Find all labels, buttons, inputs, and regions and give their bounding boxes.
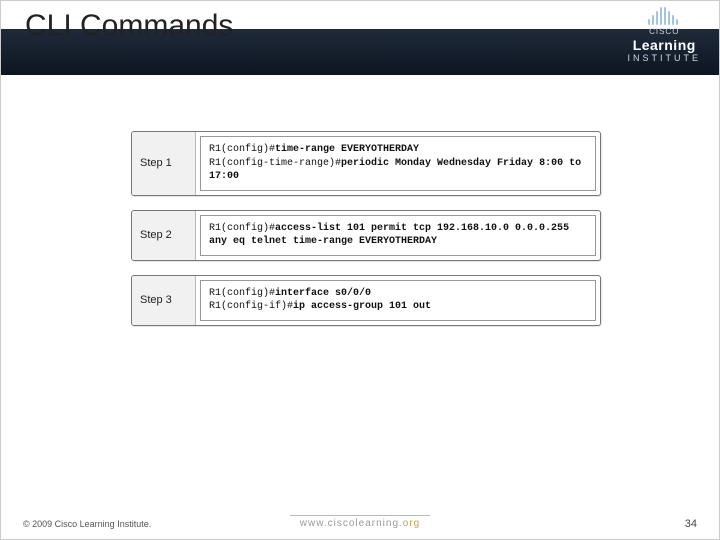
step-row: Step 1 R1(config)#time-range EVERYOTHERD…: [131, 131, 601, 196]
cli-prompt: R1(config)#: [209, 144, 275, 155]
step-row: Step 2 R1(config)#access-list 101 permit…: [131, 210, 601, 261]
copyright-text: © 2009 Cisco Learning Institute.: [23, 519, 151, 529]
page-number: 34: [685, 518, 697, 530]
cli-command: interface s0/0/0: [275, 288, 371, 299]
step-cli-output: R1(config)#interface s0/0/0 R1(config-if…: [200, 280, 596, 321]
logo-text-cisco: CISCO: [628, 27, 702, 36]
slide-header: CLI Commands CISCO Learning INSTITUTE: [1, 1, 719, 75]
footer-url-main: www.ciscolearning: [300, 518, 399, 529]
slide-footer: © 2009 Cisco Learning Institute. www.cis…: [1, 509, 719, 539]
step-label: Step 2: [132, 211, 196, 260]
footer-url: www.ciscolearning.org: [300, 518, 421, 529]
step-cli-output: R1(config)#access-list 101 permit tcp 19…: [200, 215, 596, 256]
slide: CLI Commands CISCO Learning INSTITUTE St…: [0, 0, 720, 540]
cli-command: ip access-group 101 out: [293, 301, 431, 312]
cli-prompt: R1(config-time-range)#: [209, 158, 341, 169]
logo-text-institute: INSTITUTE: [628, 53, 702, 63]
footer-url-tld: .org: [399, 518, 420, 529]
page-title: CLI Commands: [25, 9, 233, 43]
step-row: Step 3 R1(config)#interface s0/0/0 R1(co…: [131, 275, 601, 326]
cli-prompt: R1(config)#: [209, 288, 275, 299]
footer-url-block: www.ciscolearning.org: [290, 515, 430, 529]
step-cli-output: R1(config)#time-range EVERYOTHERDAY R1(c…: [200, 136, 596, 191]
logo-text-learning: Learning: [628, 37, 702, 53]
cli-prompt: R1(config)#: [209, 223, 275, 234]
cisco-bridge-icon: [648, 7, 680, 25]
steps-container: Step 1 R1(config)#time-range EVERYOTHERD…: [131, 131, 601, 340]
footer-divider: [290, 515, 430, 516]
step-label: Step 1: [132, 132, 196, 195]
step-label: Step 3: [132, 276, 196, 325]
cli-prompt: R1(config-if)#: [209, 301, 293, 312]
cisco-learning-logo: CISCO Learning INSTITUTE: [628, 7, 702, 63]
cli-command: time-range EVERYOTHERDAY: [275, 144, 419, 155]
